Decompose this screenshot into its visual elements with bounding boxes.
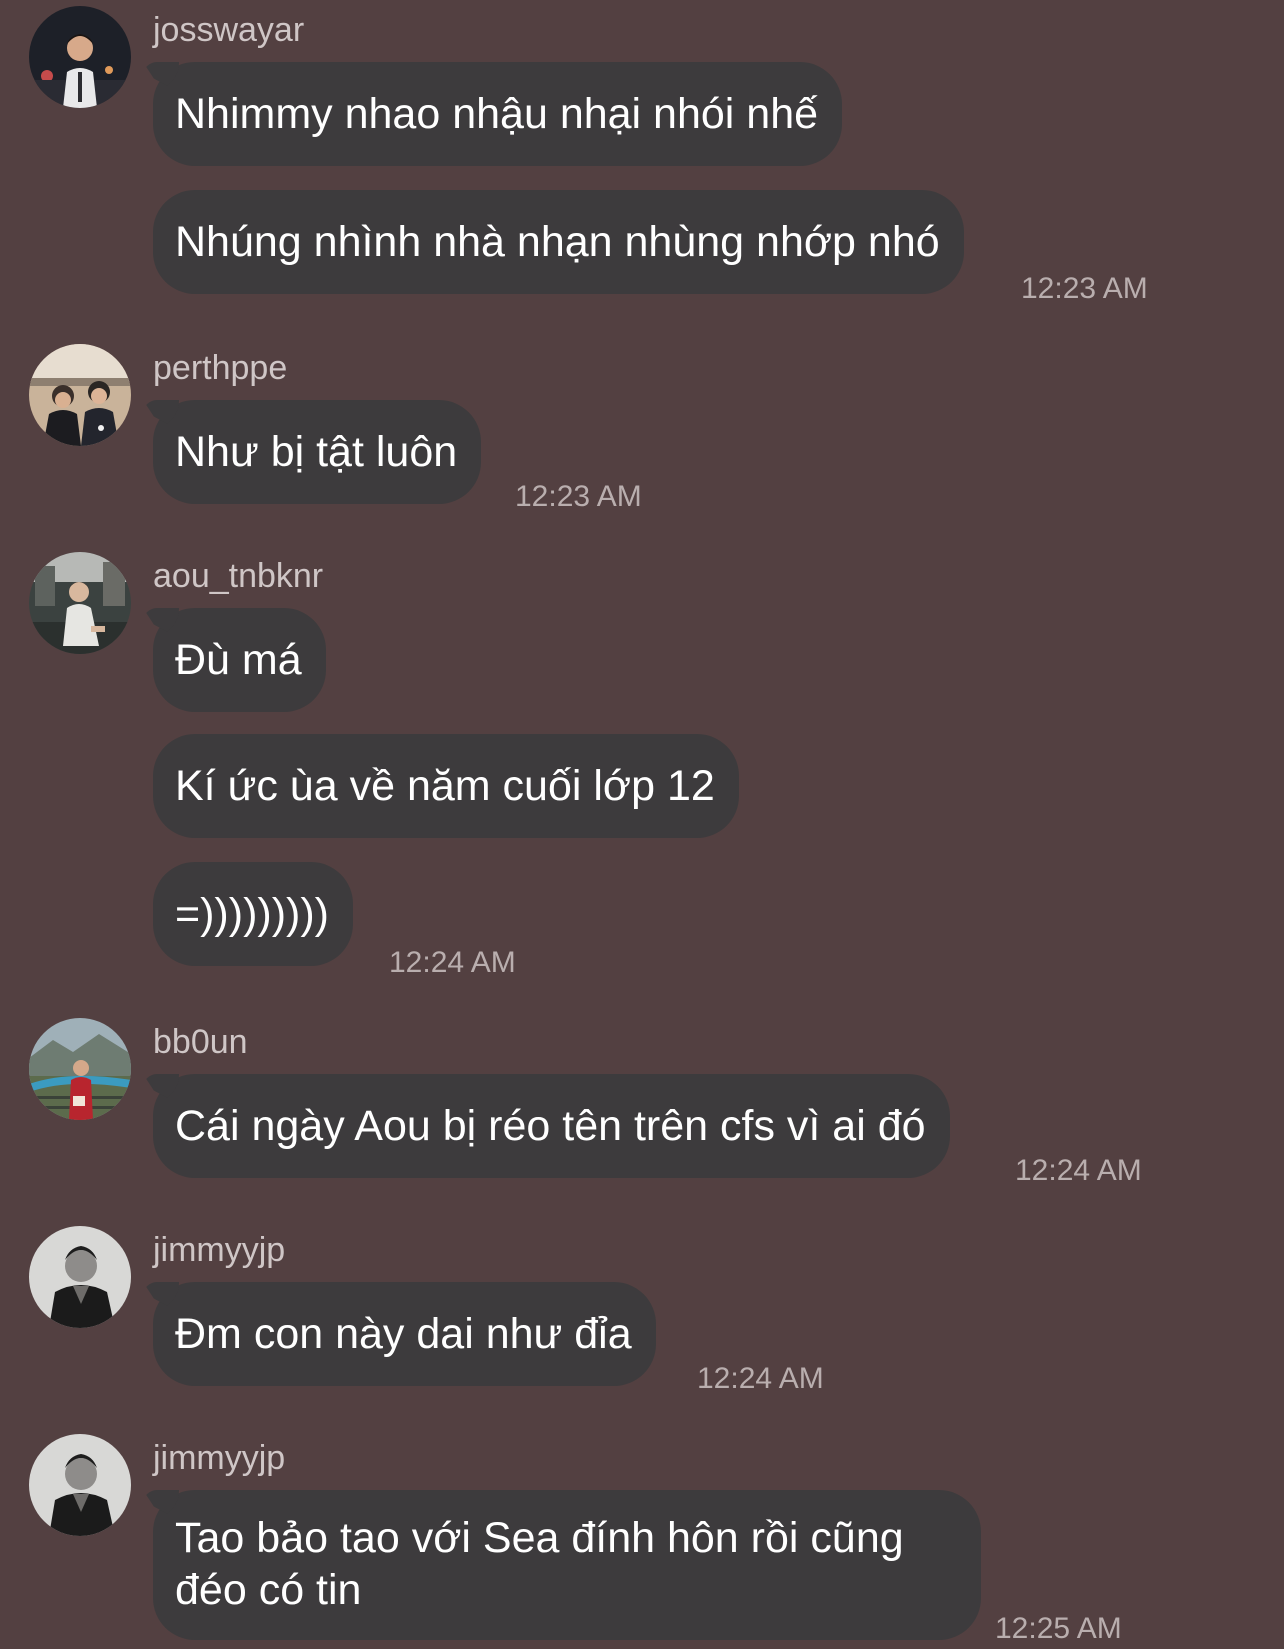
- avatar-photo-icon: [29, 6, 131, 108]
- avatar-photo-icon: [29, 1226, 131, 1328]
- avatar-photo-icon: [29, 552, 131, 654]
- message-bubble[interactable]: =))))))))): [153, 862, 353, 966]
- avatar-photo-icon: [29, 1434, 131, 1536]
- message-bubble[interactable]: Đù má: [153, 608, 326, 712]
- avatar[interactable]: [29, 6, 131, 108]
- avatar-photo-icon: [29, 1018, 131, 1120]
- message-bubble[interactable]: Nhúng nhình nhà nhạn nhùng nhớp nhó: [153, 190, 964, 294]
- message-timestamp: 12:23 AM: [1021, 272, 1148, 305]
- chat-thread[interactable]: josswayar Nhimmy nhao nhậu nhại nhói nhế…: [0, 0, 1284, 1649]
- avatar[interactable]: [29, 1226, 131, 1328]
- message-timestamp: 12:24 AM: [389, 946, 516, 979]
- message-bubble[interactable]: Kí ức ùa về năm cuối lớp 12: [153, 734, 739, 838]
- sender-name[interactable]: jimmyyjp: [153, 1230, 285, 1270]
- message-timestamp: 12:24 AM: [1015, 1154, 1142, 1187]
- avatar-photo-icon: [29, 344, 131, 446]
- avatar[interactable]: [29, 344, 131, 446]
- avatar[interactable]: [29, 552, 131, 654]
- sender-name[interactable]: perthppe: [153, 348, 287, 388]
- avatar[interactable]: [29, 1434, 131, 1536]
- message-timestamp: 12:23 AM: [515, 480, 642, 513]
- message-bubble[interactable]: Nhimmy nhao nhậu nhại nhói nhế: [153, 62, 843, 166]
- message-bubble[interactable]: Đm con này dai như đỉa: [153, 1282, 656, 1386]
- message-timestamp: 12:25 AM: [995, 1612, 1122, 1645]
- sender-name[interactable]: aou_tnbknr: [153, 556, 323, 596]
- sender-name[interactable]: bb0un: [153, 1022, 248, 1062]
- message-timestamp: 12:24 AM: [697, 1362, 824, 1395]
- message-bubble[interactable]: Tao bảo tao với Sea đính hôn rồi cũng đé…: [153, 1490, 981, 1640]
- message-bubble[interactable]: Cái ngày Aou bị réo tên trên cfs vì ai đ…: [153, 1074, 950, 1178]
- sender-name[interactable]: josswayar: [153, 10, 304, 50]
- avatar[interactable]: [29, 1018, 131, 1120]
- message-bubble[interactable]: Như bị tật luôn: [153, 400, 482, 504]
- sender-name[interactable]: jimmyyjp: [153, 1438, 285, 1478]
